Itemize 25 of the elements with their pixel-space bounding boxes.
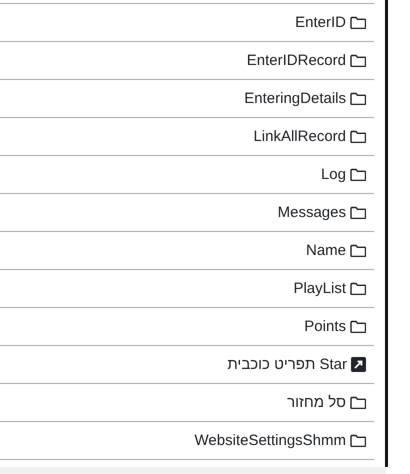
shortcut-icon (351, 357, 366, 372)
folder-icon (350, 434, 366, 447)
folder-list-item[interactable]: EnterIDRecord (0, 42, 374, 80)
folder-icon (350, 16, 366, 29)
folder-list-item[interactable]: סל מחזור (0, 384, 374, 422)
folder-list-item[interactable]: WebsiteSettingsShmm (0, 422, 374, 460)
folder-list-item[interactable]: Star תפריט כוכבית (0, 346, 374, 384)
folder-list-item[interactable]: Points (0, 308, 374, 346)
folder-icon (350, 396, 366, 409)
folder-icon (350, 320, 366, 333)
folder-icon (350, 168, 366, 181)
horizontal-scrollbar[interactable] (0, 467, 386, 474)
folder-list-item[interactable]: EnterID (0, 4, 374, 42)
folder-icon (350, 130, 366, 143)
folder-list-item[interactable]: EnteringDetails (0, 80, 374, 118)
folder-icon (350, 244, 366, 257)
folder-icon (350, 282, 366, 295)
folder-list-item[interactable]: LinkAllRecord (0, 118, 374, 156)
folder-list-item[interactable]: PlayList (0, 270, 374, 308)
folder-icon (350, 92, 366, 105)
folder-list-item[interactable]: Messages (0, 194, 374, 232)
folder-list-item[interactable]: Name (0, 232, 374, 270)
folder-list-item[interactable]: Log (0, 156, 374, 194)
folder-icon (350, 54, 366, 67)
folder-icon (350, 206, 366, 219)
